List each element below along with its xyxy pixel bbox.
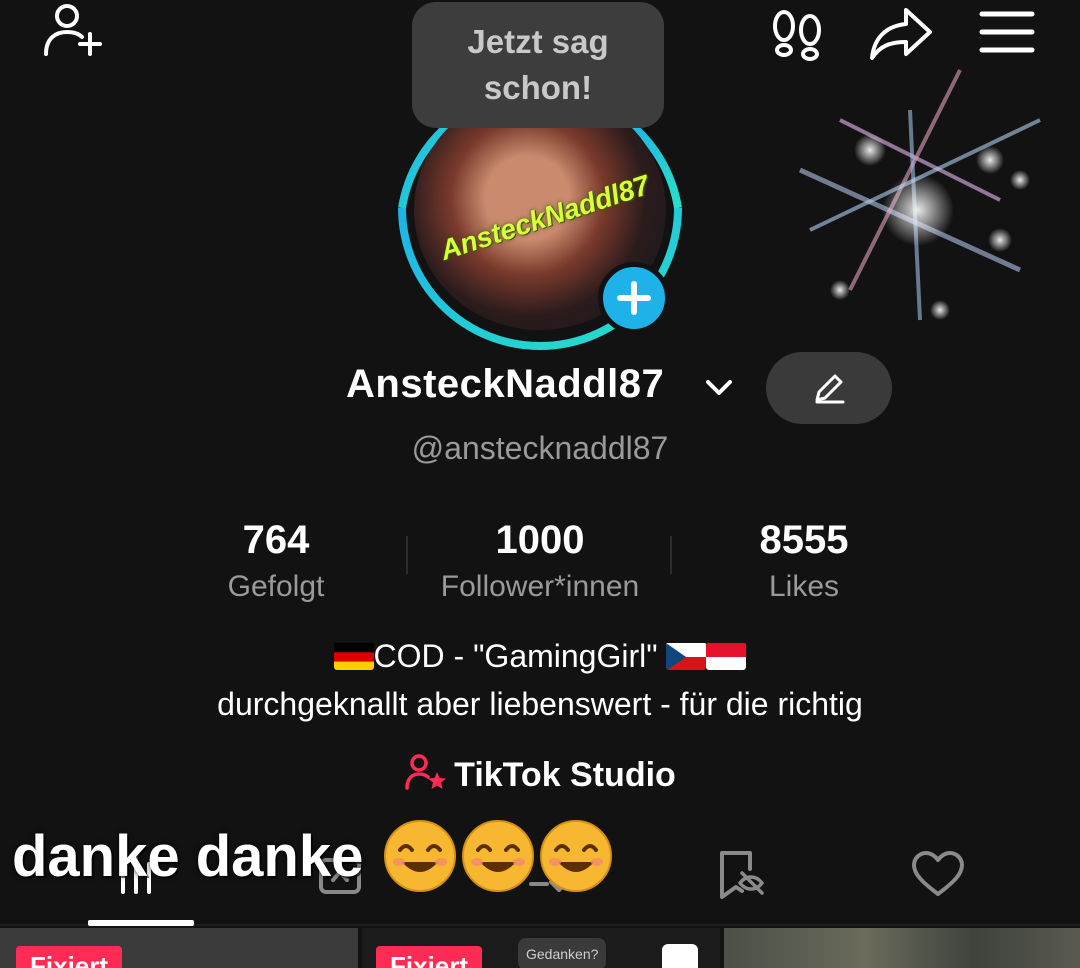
pinned-badge: Fixiert <box>16 946 123 968</box>
caption-overlay: danke danke <box>12 818 614 894</box>
stat-label: Follower*innen <box>440 570 640 603</box>
indonesia-flag-icon <box>706 642 747 670</box>
edit-profile-button[interactable] <box>766 352 892 424</box>
stat-divider <box>406 536 408 574</box>
prompt-bubble[interactable]: Jetzt sag schon! <box>412 2 664 128</box>
add-friend-icon[interactable] <box>40 0 110 64</box>
stat-likes[interactable]: 8555 Likes <box>674 518 934 604</box>
active-tab-indicator <box>88 920 194 926</box>
creator-star-icon <box>404 752 448 792</box>
pencil-icon <box>815 374 845 404</box>
tiktok-studio-label: TikTok Studio <box>454 756 676 794</box>
caption-text: danke danke <box>12 824 364 889</box>
video-thumbnail[interactable]: Fixiert <box>0 928 358 968</box>
tab-saved[interactable] <box>700 840 780 910</box>
stat-value: 8555 <box>759 518 849 562</box>
footprint-icon[interactable] <box>768 6 828 62</box>
username-handle: @anstecknaddl87 <box>411 430 669 466</box>
smiling-face-icon <box>460 818 536 894</box>
stat-label: Gefolgt <box>227 570 325 603</box>
pinned-badge: Fixiert <box>376 946 483 968</box>
smiling-face-icon <box>382 818 458 894</box>
chevron-down-icon[interactable] <box>702 372 736 404</box>
smiling-face-icon <box>538 818 614 894</box>
display-name[interactable]: AnsteckNaddl87 <box>346 362 664 407</box>
tab-liked[interactable] <box>898 840 978 910</box>
stat-label: Likes <box>768 570 840 603</box>
video-thumbnail[interactable] <box>724 928 1080 968</box>
bio-text: COD - "GamingGirl" <box>373 638 658 674</box>
sparkle-decoration <box>760 60 1070 340</box>
video-thumbnail[interactable]: Fixiert Gedanken? <box>362 928 720 968</box>
share-arrow-icon[interactable] <box>866 4 938 64</box>
germany-flag-icon <box>333 642 374 670</box>
stat-following[interactable]: 764 Gefolgt <box>146 518 406 604</box>
plus-icon <box>617 281 651 315</box>
tiktok-studio-link[interactable]: TikTok Studio <box>0 752 1080 795</box>
bio-line-2: durchgeknallt aber liebenswert - für die… <box>217 686 863 722</box>
stat-value: 1000 <box>495 518 585 562</box>
heart-icon <box>912 851 964 896</box>
stat-followers[interactable]: 1000 Follower*innen <box>410 518 670 604</box>
hamburger-menu-icon[interactable] <box>976 6 1038 58</box>
media-icon <box>662 944 698 968</box>
stat-divider <box>670 536 672 574</box>
avatar-overlay-text: AnsteckNaddl87 <box>436 169 654 266</box>
czech-flag-icon <box>666 642 707 670</box>
stat-value: 764 <box>242 518 310 562</box>
bio-line-1: COD - "GamingGirl" <box>0 638 1080 675</box>
thought-bubble: Gedanken? <box>518 938 607 968</box>
bookmark-hidden-icon <box>720 851 765 899</box>
add-story-button[interactable] <box>598 262 670 334</box>
